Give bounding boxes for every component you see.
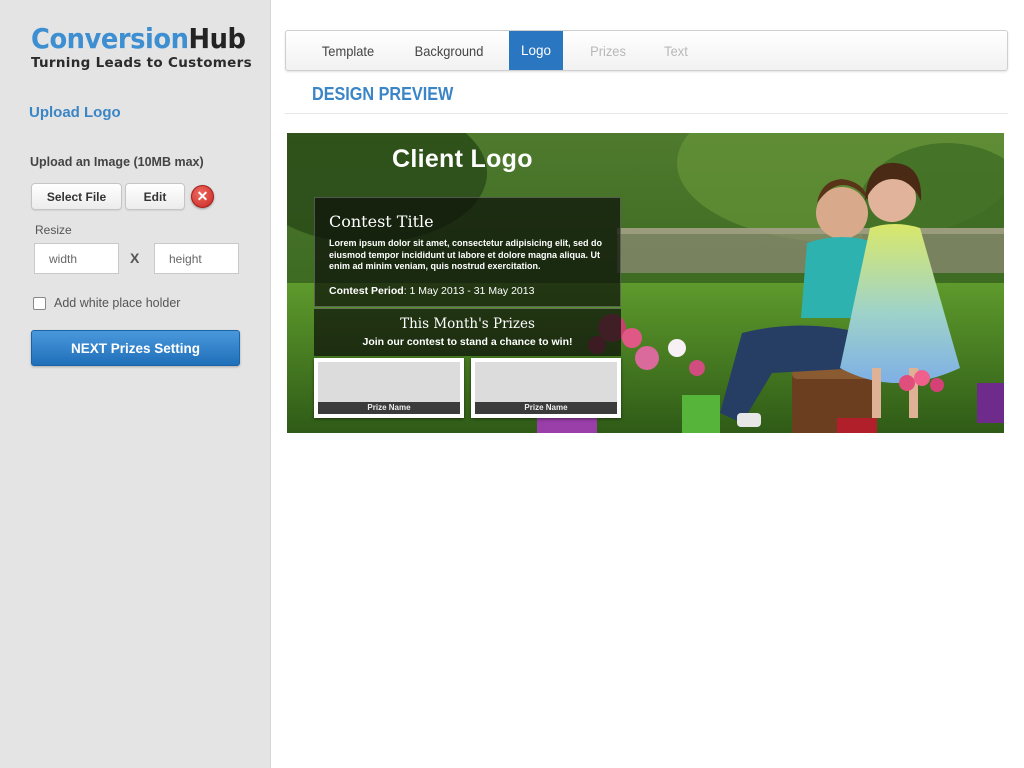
client-logo-text: Client Logo bbox=[392, 145, 533, 173]
dimension-separator: X bbox=[130, 250, 140, 266]
contest-period: Contest Period: 1 May 2013 - 31 May 2013 bbox=[329, 285, 534, 297]
prize-name: Prize Name bbox=[318, 402, 460, 414]
prize-image-placeholder bbox=[475, 362, 617, 402]
tab-logo[interactable]: Logo bbox=[509, 31, 563, 70]
edit-button[interactable]: Edit bbox=[125, 183, 185, 210]
prize-image-placeholder bbox=[318, 362, 460, 402]
prizes-title: This Month's Prizes bbox=[400, 316, 535, 332]
tab-bar: Template Background Logo Prizes Text bbox=[285, 30, 1008, 71]
contest-body: Lorem ipsum dolor sit amet, consectetur … bbox=[329, 238, 603, 271]
height-input[interactable]: height bbox=[154, 243, 239, 274]
white-placeholder-label[interactable]: Add white place holder bbox=[54, 296, 180, 310]
page-title: DESIGN PREVIEW bbox=[312, 84, 454, 104]
next-prizes-button[interactable]: NEXT Prizes Setting bbox=[31, 330, 240, 366]
brand-tagline: Turning Leads to Customers bbox=[31, 55, 252, 71]
section-title: Upload Logo bbox=[29, 104, 121, 121]
prize-card: Prize Name bbox=[314, 358, 464, 418]
brand-name: ConversionHub bbox=[31, 22, 246, 56]
resize-label: Resize bbox=[35, 223, 72, 237]
tab-background[interactable]: Background bbox=[408, 31, 491, 70]
tab-prizes: Prizes bbox=[590, 42, 626, 59]
brand-name-part1: Conversion bbox=[31, 22, 189, 55]
width-input[interactable]: width bbox=[34, 243, 119, 274]
prizes-subtitle: Join our contest to stand a chance to wi… bbox=[362, 336, 573, 348]
contest-period-value: : 1 May 2013 - 31 May 2013 bbox=[403, 285, 535, 297]
select-file-button[interactable]: Select File bbox=[31, 183, 122, 210]
design-preview-banner: Client Logo Contest Title Lorem ipsum do… bbox=[287, 133, 1004, 433]
prizes-header-box: This Month's Prizes Join our contest to … bbox=[314, 308, 621, 356]
brand-name-part2: Hub bbox=[188, 22, 246, 55]
contest-title: Contest Title bbox=[329, 212, 434, 231]
brand-logo: ConversionHub Turning Leads to Customers bbox=[31, 22, 264, 71]
remove-icon[interactable]: ✕ bbox=[191, 185, 214, 208]
upload-label: Upload an Image (10MB max) bbox=[30, 155, 204, 169]
divider bbox=[285, 113, 1008, 114]
white-placeholder-checkbox[interactable] bbox=[33, 297, 46, 310]
prize-card: Prize Name bbox=[471, 358, 621, 418]
contest-info-box: Contest Title Lorem ipsum dolor sit amet… bbox=[314, 197, 621, 307]
sidebar: ConversionHub Turning Leads to Customers… bbox=[0, 0, 271, 768]
contest-period-label: Contest Period bbox=[329, 285, 404, 297]
tab-template[interactable]: Template bbox=[313, 31, 383, 70]
tab-text: Text bbox=[664, 42, 688, 59]
prize-name: Prize Name bbox=[475, 402, 617, 414]
